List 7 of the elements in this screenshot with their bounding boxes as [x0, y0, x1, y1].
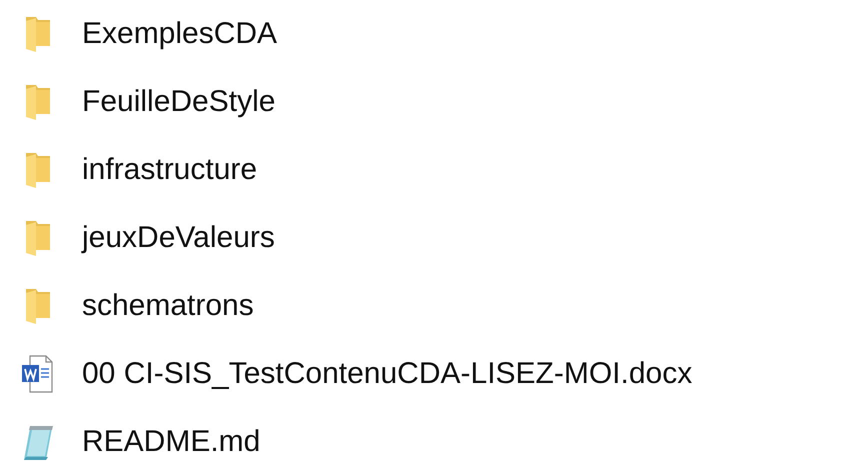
- file-name[interactable]: schematrons: [82, 291, 254, 321]
- file-name[interactable]: ExemplesCDA: [82, 19, 278, 49]
- file-name[interactable]: infrastructure: [82, 155, 258, 185]
- file-name[interactable]: jeuxDeValeurs: [82, 223, 275, 253]
- file-name[interactable]: README.md: [82, 427, 260, 457]
- file-name[interactable]: FeuilleDeStyle: [82, 87, 276, 117]
- file-name[interactable]: 00 CI-SIS_TestContenuCDA-LISEZ-MOI.docx: [82, 359, 692, 389]
